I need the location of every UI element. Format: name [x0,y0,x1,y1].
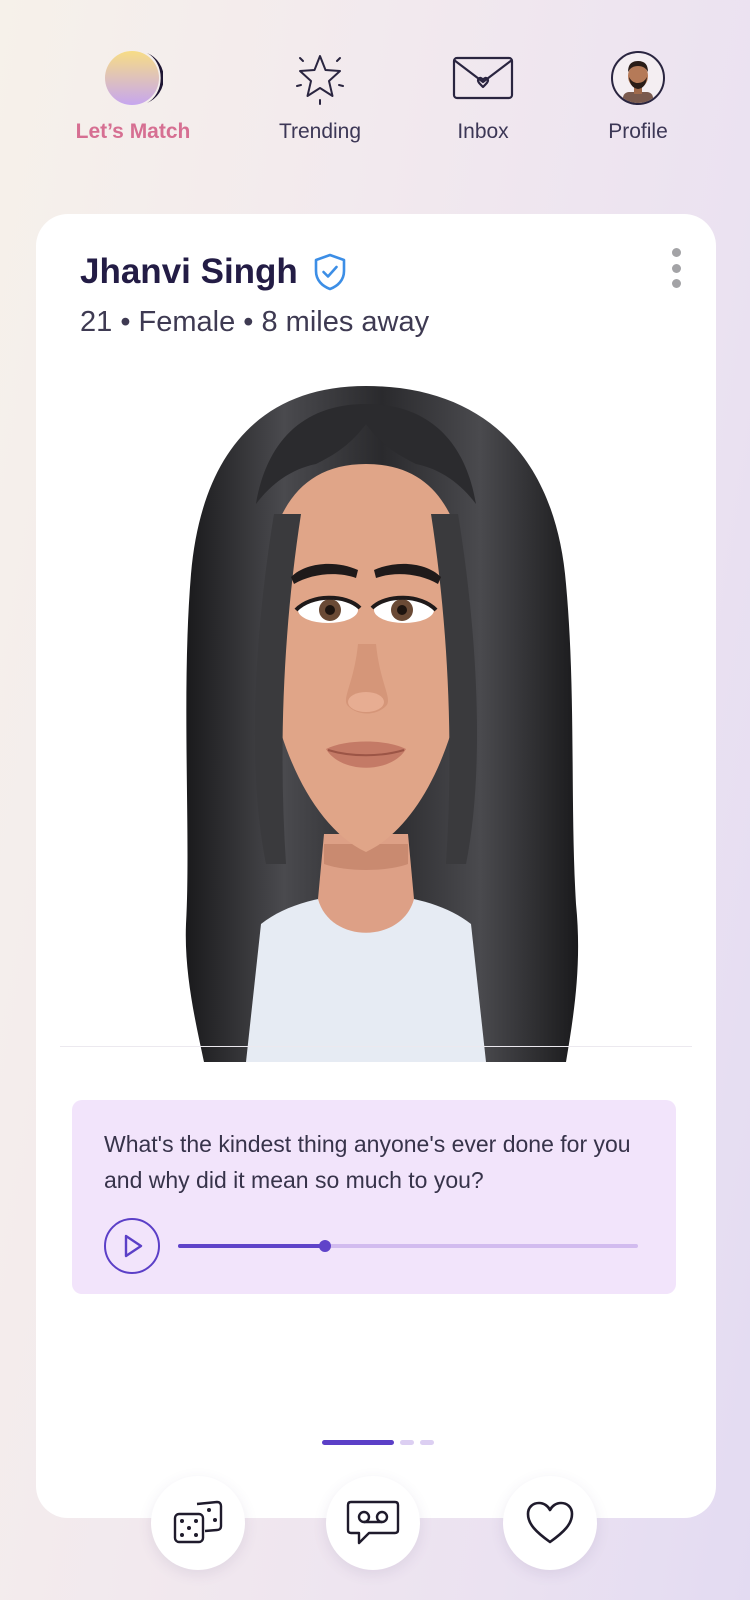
nav-label: Let’s Match [75,120,191,143]
like-button[interactable] [503,1476,597,1570]
profile-avatar [96,364,656,1062]
user-avatar-icon [606,48,670,108]
nav-label: Inbox [457,120,509,143]
profile-header: Jhanvi Singh [80,252,348,292]
audio-progress-fill [178,1244,326,1248]
dice-button[interactable] [151,1476,245,1570]
nav-label: Profile [608,120,668,143]
moon-icon [101,48,165,108]
voicemail-chat-icon [346,1500,400,1545]
play-button[interactable] [104,1218,160,1274]
prompt-question: What's the kindest thing anyone's ever d… [104,1131,631,1193]
heart-icon [526,1501,574,1544]
pager-dot[interactable] [322,1440,394,1445]
star-icon [288,48,352,108]
divider [60,1046,692,1047]
verified-shield-icon [314,253,346,291]
nav-tab-profile[interactable]: Profile [563,48,713,144]
profile-name: Jhanvi Singh [80,252,298,291]
top-navigation: Let’s Match Trending Inbox Profile [0,0,750,150]
play-icon [124,1234,143,1258]
pager-dot[interactable] [400,1440,414,1445]
dice-icon [173,1500,223,1544]
pager-dot[interactable] [420,1440,434,1445]
nav-tab-lets-match[interactable]: Let’s Match [58,48,208,144]
nav-tab-trending[interactable]: Trending [245,48,395,144]
profile-card[interactable]: Jhanvi Singh 21 • Female • 8 miles away [36,214,716,1518]
nav-tab-inbox[interactable]: Inbox [408,48,558,144]
profile-details: 21 • Female • 8 miles away [80,306,430,338]
audio-progress-track[interactable] [178,1240,638,1252]
audio-scrubber-handle[interactable] [319,1240,332,1252]
photo-pager [322,1440,434,1445]
voice-prompt-card: What's the kindest thing anyone's ever d… [72,1100,676,1294]
nav-label: Trending [278,120,362,143]
envelope-heart-icon [451,48,515,108]
voice-message-button[interactable] [326,1476,420,1570]
more-options-icon[interactable] [662,248,690,288]
